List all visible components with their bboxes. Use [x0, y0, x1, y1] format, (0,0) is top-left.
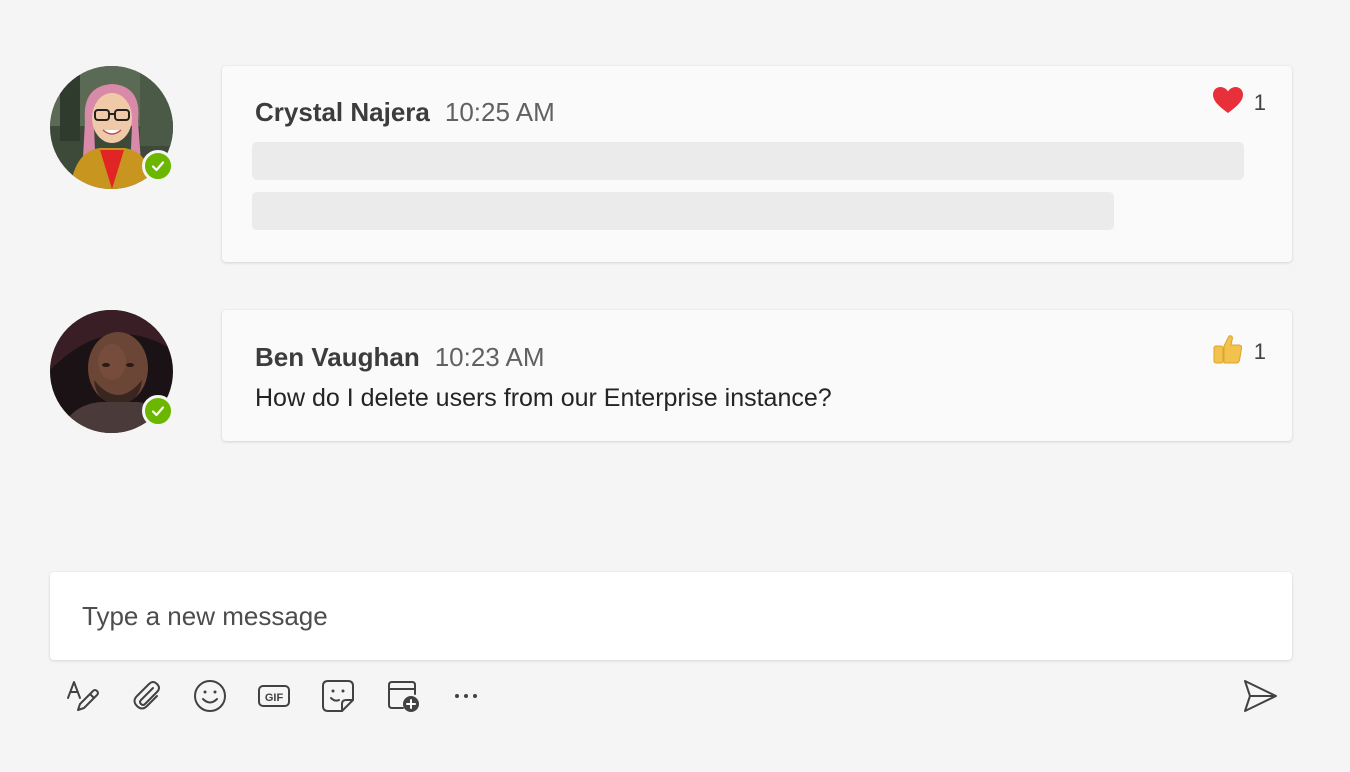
schedule-meeting-icon [385, 678, 421, 719]
timestamp: 10:23 AM [434, 342, 545, 372]
author-name[interactable]: Ben Vaughan [255, 342, 420, 373]
format-icon [64, 678, 100, 719]
format-button[interactable] [62, 678, 102, 718]
schedule-meeting-button[interactable] [383, 678, 423, 718]
loading-placeholder-line [252, 192, 1114, 230]
compose-box [50, 572, 1292, 660]
presence-available-icon [142, 150, 174, 182]
message-card[interactable]: Ben Vaughan 10:23 AM 1 How do I delete u… [222, 310, 1292, 441]
message-input[interactable] [82, 572, 1262, 660]
message-header: Ben Vaughan 10:23 AM [255, 342, 545, 373]
reaction-count: 1 [1253, 339, 1266, 364]
reaction-count: 1 [1253, 90, 1266, 115]
heart-icon [1212, 86, 1244, 120]
loading-placeholder-line [252, 142, 1244, 180]
timestamp: 10:25 AM [444, 97, 555, 127]
presence-available-icon [142, 395, 174, 427]
attach-icon [129, 678, 165, 719]
svg-text:GIF: GIF [265, 692, 284, 704]
message-header: Crystal Najera 10:25 AM [255, 97, 555, 128]
thumbs-up-icon [1212, 333, 1244, 371]
gif-icon: GIF [256, 678, 292, 719]
message-card[interactable]: Crystal Najera 10:25 AM 1 [222, 66, 1292, 262]
reaction[interactable]: 1 [1212, 86, 1266, 120]
send-button[interactable] [1240, 678, 1280, 718]
message-body: How do I delete users from our Enterpris… [255, 384, 832, 412]
emoji-button[interactable] [190, 678, 230, 718]
chat-pane: Crystal Najera 10:25 AM 1 Ben Vaughan 10… [0, 0, 1350, 772]
more-options-button[interactable] [446, 678, 486, 718]
author-name[interactable]: Crystal Najera [255, 97, 430, 128]
sticker-button[interactable] [318, 678, 358, 718]
attach-button[interactable] [127, 678, 167, 718]
sticker-icon [320, 678, 356, 719]
send-icon [1241, 677, 1279, 720]
reaction[interactable]: 1 [1212, 333, 1266, 371]
emoji-icon [192, 678, 228, 719]
more-options-icon [448, 678, 484, 719]
gif-button[interactable]: GIF [254, 678, 294, 718]
